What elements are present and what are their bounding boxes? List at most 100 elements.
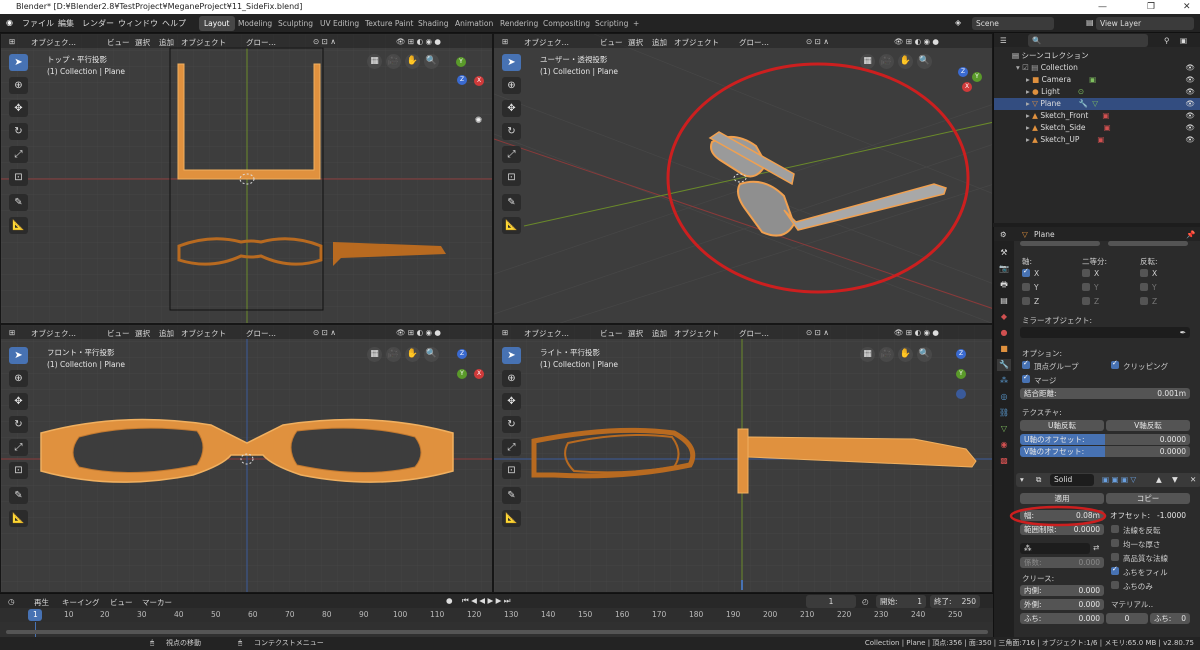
tab-rendering[interactable]: Rendering — [495, 16, 543, 31]
bisect-x-checkbox[interactable] — [1082, 269, 1090, 277]
cursor-tool-icon[interactable]: ⊕ — [502, 370, 521, 387]
particles-tab-icon[interactable]: ⁂ — [997, 375, 1011, 387]
grid-icon[interactable]: ▦ — [860, 347, 875, 362]
keying-menu[interactable]: キーイング — [62, 597, 100, 608]
tab-compositing[interactable]: Compositing — [538, 16, 595, 31]
editor-type-icon[interactable]: ⊞ — [502, 37, 508, 46]
visibility-eye-icon[interactable]: 👁 — [1185, 122, 1195, 134]
editor-type-icon[interactable]: ⊞ — [9, 328, 15, 337]
annotate-tool-icon[interactable]: ✎ — [9, 487, 28, 504]
flip-x-checkbox[interactable] — [1140, 269, 1148, 277]
zoom-icon[interactable]: 🔍 — [917, 54, 932, 69]
factor-field[interactable]: 係数: 0.000 — [1020, 557, 1104, 568]
outliner-item-collection[interactable]: ▾ ☑ ▤ Collection 👁 — [994, 62, 1200, 74]
playback-controls-icon[interactable]: ⏮ ◀ ◀ ▶ ▶ ⏭ — [462, 596, 511, 606]
menu-add[interactable]: 追加 — [159, 37, 174, 48]
pin-icon[interactable]: 📌 — [1186, 230, 1195, 239]
move-tool-icon[interactable]: ✥ — [502, 393, 521, 410]
axis-z-checkbox[interactable] — [1022, 297, 1030, 305]
orientation-select[interactable]: グロー… — [246, 37, 276, 48]
menu-view[interactable]: ビュー — [107, 328, 130, 339]
tab-shading[interactable]: Shading — [413, 16, 453, 31]
viewport-user[interactable]: ⊞ オブジェク… ビュー 選択 追加 オブジェクト グロー… ⊙ ⊡ ∧ 👁 ⊞… — [493, 33, 993, 324]
output-tab-icon[interactable]: 🖶 — [997, 279, 1011, 291]
scene-tab-icon[interactable]: ◆ — [997, 311, 1011, 323]
tab-scripting[interactable]: Scripting — [590, 16, 633, 31]
menu-select[interactable]: 選択 — [628, 328, 643, 339]
u-flip-button[interactable]: U軸反転 — [1020, 420, 1104, 431]
menu-object[interactable]: オブジェクト — [674, 328, 719, 339]
menu-add[interactable]: 追加 — [652, 37, 667, 48]
outliner-item-camera[interactable]: ▸ ■ Camera ▣ 👁 — [994, 74, 1200, 86]
orientation-select[interactable]: グロー… — [246, 328, 276, 339]
visibility-icon[interactable]: 👁 ⊞ ◐ ◉ ● — [894, 328, 939, 337]
vertex-group-field[interactable]: ⁂ — [1020, 543, 1090, 554]
annotate-tool-icon[interactable]: ✎ — [502, 194, 521, 211]
collapse-icon[interactable]: ▾ — [1020, 475, 1024, 484]
mode-select[interactable]: オブジェク… — [524, 328, 569, 339]
offset-field[interactable]: オフセット: -1.0000 — [1106, 510, 1190, 521]
camera-icon[interactable]: 🎥 — [879, 347, 894, 362]
outliner-root[interactable]: ▤ シーンコレクション — [994, 50, 1200, 62]
timeline-track[interactable] — [0, 622, 993, 638]
data-tab-icon[interactable]: ▽ — [997, 423, 1011, 435]
modifier-tab-icon[interactable]: 🔧 — [997, 359, 1011, 371]
merge-checkbox[interactable] — [1022, 373, 1030, 383]
rotate-tool-icon[interactable]: ↻ — [9, 416, 28, 433]
snap-icon[interactable]: ⊙ ⊡ ∧ — [806, 37, 829, 46]
move-tool-icon[interactable]: ✥ — [9, 100, 28, 117]
move-down-icon[interactable]: ▼ — [1172, 475, 1178, 484]
tool-tab-icon[interactable]: ⚒ — [997, 247, 1011, 259]
new-collection-icon[interactable]: ▣ — [1180, 36, 1187, 45]
crease-rim-field[interactable]: ふち: 0.000 — [1020, 613, 1104, 624]
gizmo-x-icon[interactable]: X — [474, 76, 484, 86]
select-tool-icon[interactable]: ➤ — [9, 54, 28, 71]
rotate-tool-icon[interactable]: ↻ — [502, 416, 521, 433]
tab-modeling[interactable]: Modeling — [233, 16, 277, 31]
render-tab-icon[interactable]: 📷 — [997, 263, 1011, 275]
rotate-tool-icon[interactable]: ↻ — [502, 123, 521, 140]
modifier-name-input[interactable]: Solid — [1050, 474, 1094, 486]
bisect-y-checkbox[interactable] — [1082, 283, 1090, 291]
timeline-scrollbar[interactable] — [6, 630, 988, 634]
menu-object[interactable]: オブジェクト — [181, 328, 226, 339]
outliner-item-light[interactable]: ▸ ● Light ⊙ 👁 — [994, 86, 1200, 98]
zoom-icon[interactable]: 🔍 — [424, 54, 439, 69]
visibility-eye-icon[interactable]: 👁 — [1185, 86, 1195, 98]
measure-tool-icon[interactable]: 📐 — [502, 217, 521, 234]
physics-tab-icon[interactable]: ◎ — [997, 391, 1011, 403]
copy-button-partial[interactable] — [1108, 241, 1188, 246]
cursor-tool-icon[interactable]: ⊕ — [9, 77, 28, 94]
flip-z-checkbox[interactable] — [1140, 297, 1148, 305]
editor-type-icon[interactable]: ⚙ — [1000, 230, 1007, 239]
editor-type-icon[interactable]: ⊞ — [9, 37, 15, 46]
cursor-tool-icon[interactable]: ⊕ — [9, 370, 28, 387]
vertex-groups-checkbox[interactable] — [1022, 359, 1030, 369]
tab-layout[interactable]: Layout — [199, 16, 235, 31]
flip-y-checkbox[interactable] — [1140, 283, 1148, 291]
eyedropper-icon[interactable]: ✒ — [1180, 327, 1186, 338]
v-flip-button[interactable]: V軸反転 — [1106, 420, 1190, 431]
cursor-tool-icon[interactable]: ⊕ — [502, 77, 521, 94]
gizmo-neg-x-icon[interactable] — [956, 389, 966, 399]
view-layer-field[interactable]: View Layer — [1096, 17, 1194, 30]
move-tool-icon[interactable]: ✥ — [502, 100, 521, 117]
mode-select[interactable]: オブジェク… — [31, 37, 76, 48]
rim-only-checkbox[interactable] — [1111, 581, 1119, 589]
u-offset-field[interactable]: U軸のオフセット: 0.0000 — [1020, 434, 1190, 445]
tab-texture-paint[interactable]: Texture Paint — [360, 16, 418, 31]
transform-tool-icon[interactable]: ⊡ — [502, 169, 521, 186]
crease-outer-field[interactable]: 外側: 0.000 — [1020, 599, 1104, 610]
zoom-icon[interactable]: 🔍 — [917, 347, 932, 362]
apply-button-partial[interactable] — [1020, 241, 1100, 246]
move-up-icon[interactable]: ▲ — [1156, 475, 1162, 484]
gizmo-y-icon[interactable]: Y — [956, 369, 966, 379]
playback-menu[interactable]: 再生 — [34, 597, 49, 608]
visibility-icon[interactable]: 👁 ⊞ ◐ ◉ ● — [396, 37, 441, 46]
clipping-checkbox[interactable] — [1111, 359, 1119, 369]
menu-add[interactable]: 追加 — [652, 328, 667, 339]
filter-icon[interactable]: ⚲ — [1164, 36, 1170, 45]
grid-icon[interactable]: ▦ — [367, 54, 382, 69]
close-icon[interactable]: ✕ — [1183, 0, 1191, 14]
even-thickness-checkbox[interactable] — [1111, 539, 1119, 547]
